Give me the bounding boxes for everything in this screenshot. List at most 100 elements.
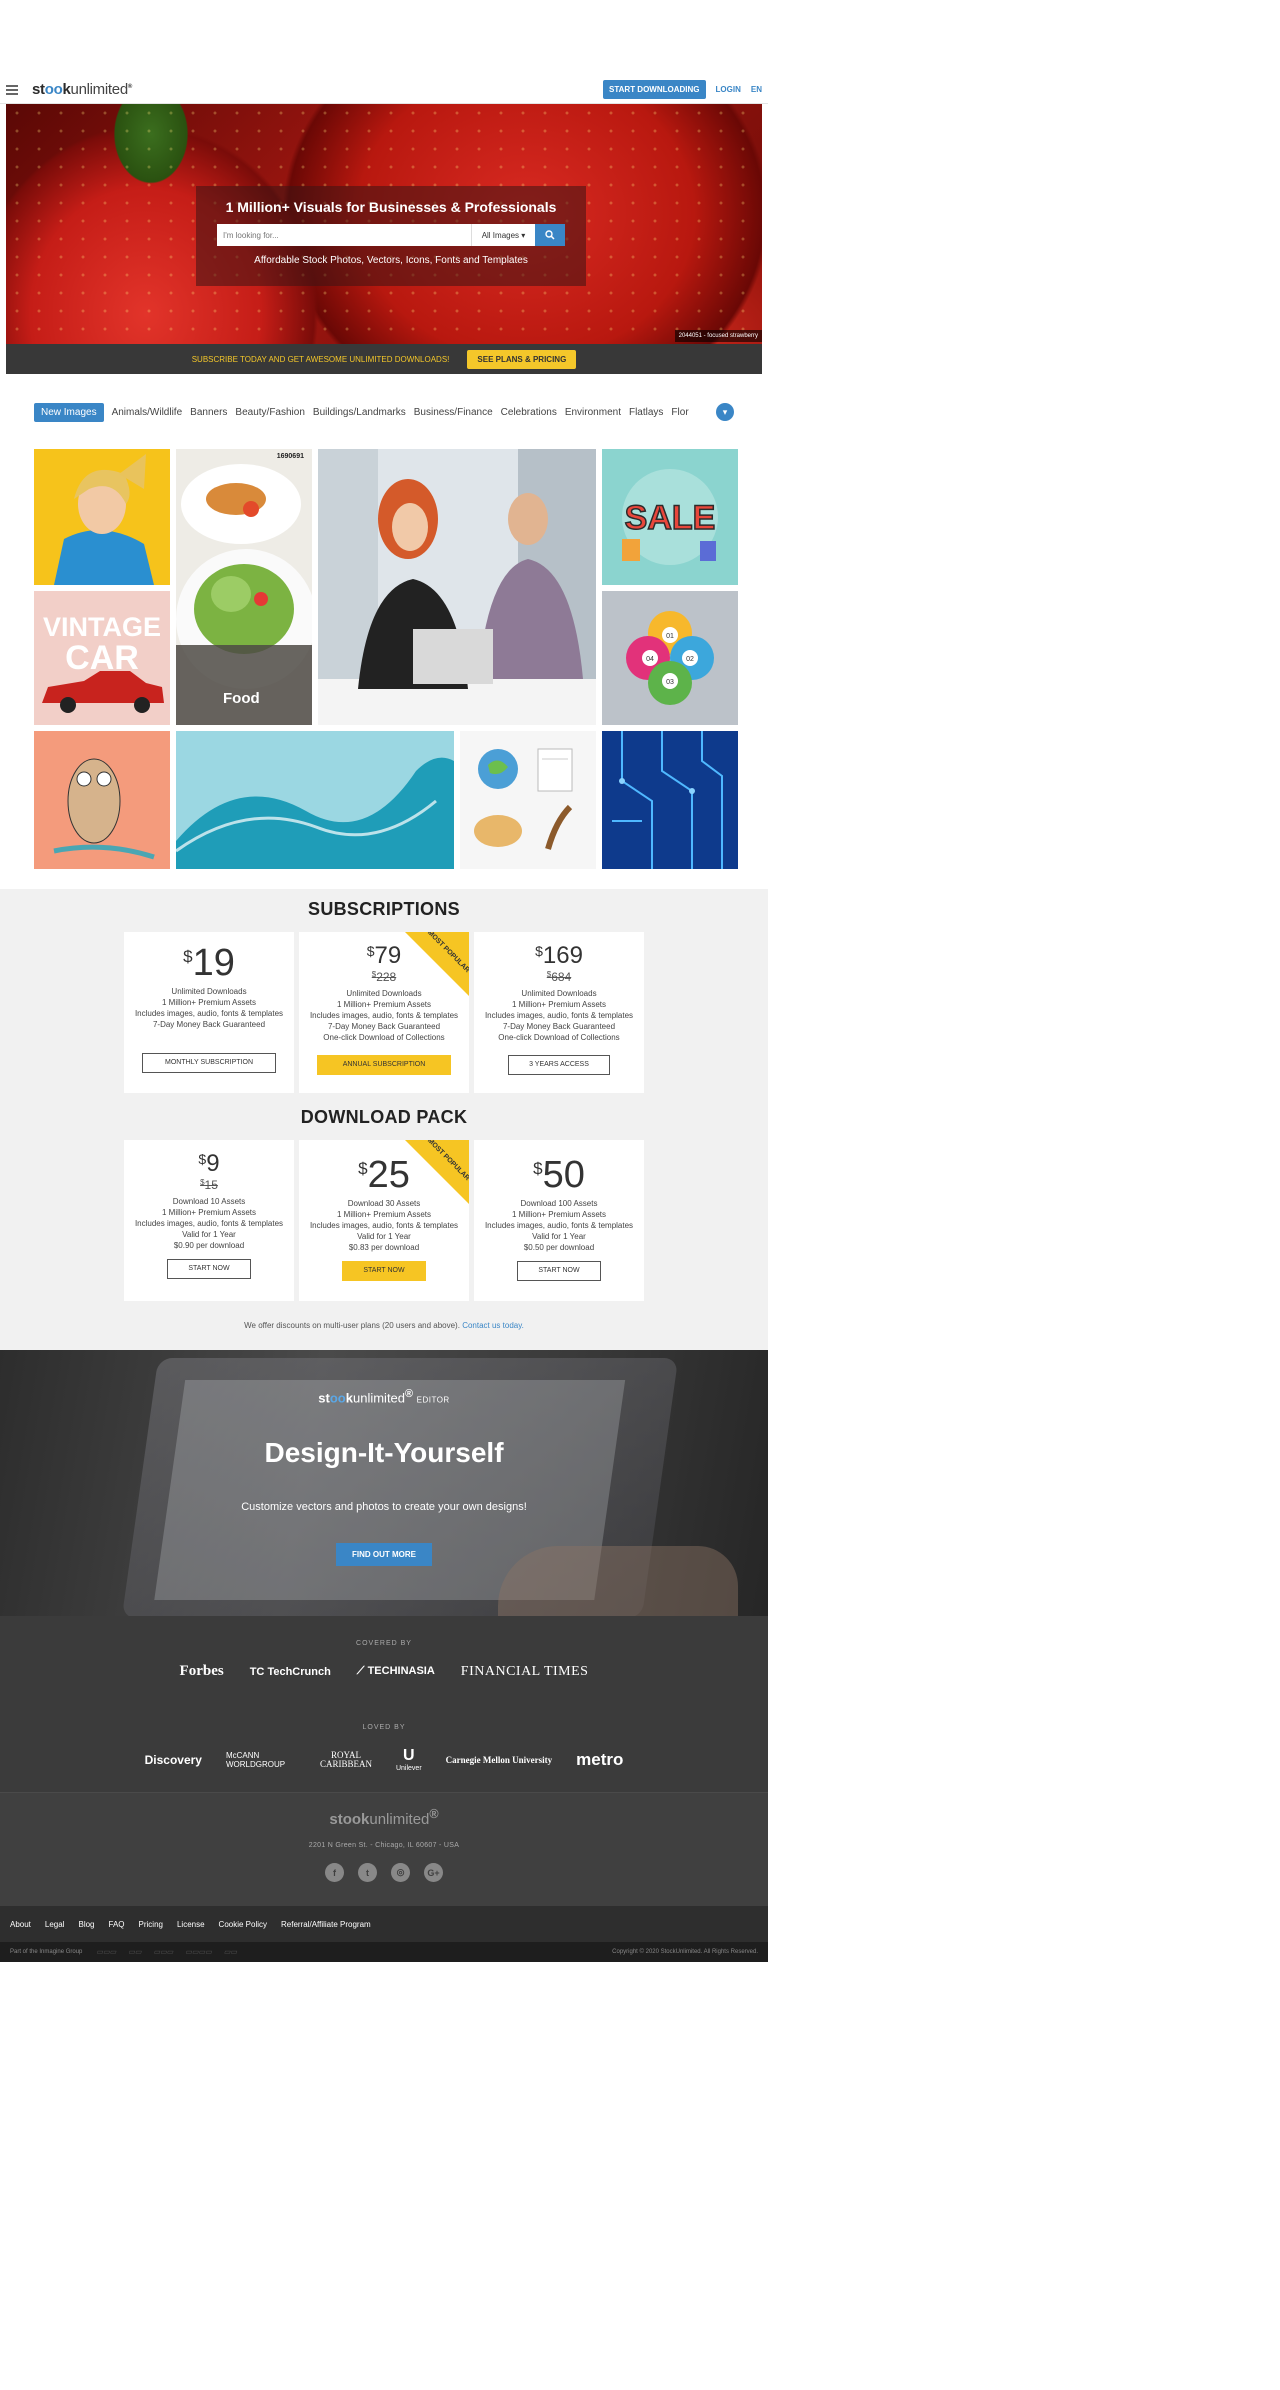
chevron-down-icon: ▾ <box>521 230 526 240</box>
loved-by-logos: Discovery McCANN WORLDGROUP ROYAL CARIBBE… <box>0 1747 768 1772</box>
editor-promo: stookunlimited® EDITOR Design-It-Yoursel… <box>0 1350 768 1616</box>
category-tab-new-images[interactable]: New Images <box>34 402 104 422</box>
image-tile-sale[interactable]: SALE <box>602 449 738 585</box>
pack-feature: 1 Million+ Premium Assets <box>336 1210 432 1219</box>
search-type-label: All Images <box>481 230 520 240</box>
facebook-icon[interactable]: f <box>325 1863 344 1882</box>
plan-feature: Unlimited Downloads <box>171 987 247 996</box>
login-link[interactable]: LOGIN <box>716 85 741 94</box>
loved-by-label: LOVED BY <box>362 1724 406 1731</box>
food-image-id: 1690691 <box>276 453 304 460</box>
see-plans-button[interactable]: SEE PLANS & PRICING <box>467 349 577 369</box>
footer-link-cookie-policy[interactable]: Cookie Policy <box>219 1920 267 1929</box>
plan-feature: One-click Download of Collections <box>498 1033 620 1042</box>
image-tile-icons[interactable] <box>460 731 596 869</box>
footer-link-license[interactable]: License <box>177 1920 205 1929</box>
annual-subscription-button[interactable]: ANNUAL SUBSCRIPTION <box>317 1055 451 1075</box>
google-plus-icon[interactable]: G+ <box>424 1863 443 1882</box>
hero-banner: 1 Million+ Visuals for Businesses & Prof… <box>6 104 762 374</box>
pack-old-price: $15 <box>200 1178 218 1192</box>
hero-title: 1 Million+ Visuals for Businesses & Prof… <box>225 199 557 215</box>
category-tab-flor[interactable]: Flor <box>671 407 688 418</box>
language-selector[interactable]: EN <box>751 85 762 94</box>
hero-search-box: 1 Million+ Visuals for Businesses & Prof… <box>196 186 586 286</box>
start-now-button[interactable]: START NOW <box>517 1261 601 1281</box>
image-gallery: 1690691 Food SALE VINTAGE CAR 01 02 03 0… <box>34 449 738 869</box>
image-tile-water-splash[interactable] <box>176 731 454 869</box>
chevron-down-icon[interactable]: ▾ <box>716 403 734 421</box>
category-tab-banners[interactable]: Banners <box>190 407 227 418</box>
search-input[interactable] <box>217 224 471 246</box>
pack-price: $50 <box>533 1154 585 1196</box>
hamburger-icon[interactable] <box>6 84 18 95</box>
footer-link-pricing[interactable]: Pricing <box>139 1920 163 1929</box>
pack-feature: Includes images, audio, fonts & template… <box>484 1221 634 1230</box>
find-out-more-button[interactable]: FIND OUT MORE <box>336 1543 432 1567</box>
plan-price: $19 <box>183 942 235 984</box>
part-of-group-text: Part of the Inmagine Group <box>10 1949 83 1955</box>
site-header: stookunlimited® START DOWNLOADING LOGIN … <box>0 76 768 104</box>
image-tile-circuit[interactable] <box>602 731 738 869</box>
pack-card-100: $50 Download 100 Assets 1 Million+ Premi… <box>474 1140 644 1301</box>
category-tab-business[interactable]: Business/Finance <box>414 407 493 418</box>
covered-by-logos: Forbes TC TechCrunch ⟋ TECHINASIA FINANC… <box>0 1663 768 1680</box>
image-tile-office[interactable] <box>318 449 596 725</box>
pricing-section: SUBSCRIPTIONS $19 Unlimited Downloads 1 … <box>0 889 768 1350</box>
twitter-icon[interactable]: t <box>358 1863 377 1882</box>
hero-image-caption[interactable]: 2044051 - focused strawberry <box>674 330 762 342</box>
category-tab-environment[interactable]: Environment <box>565 407 621 418</box>
vintage-text: VINTAGE <box>43 612 161 642</box>
image-tile-woman-yellow[interactable] <box>34 449 170 585</box>
pack-feature: Includes images, audio, fonts & template… <box>134 1219 284 1228</box>
footer-logo[interactable]: stookunlimited® <box>0 1807 768 1828</box>
footer-link-referral[interactable]: Referral/Affiliate Program <box>281 1920 371 1929</box>
footer-link-blog[interactable]: Blog <box>78 1920 94 1929</box>
group-brand-logo[interactable]: ▭▭▭▭ <box>185 1948 211 1956</box>
plan-old-price: $684 <box>546 970 572 984</box>
3-years-access-button[interactable]: 3 YEARS ACCESS <box>508 1055 610 1075</box>
category-tabs: New Images Animals/Wildlife Banners Beau… <box>34 401 734 423</box>
category-tab-celebrations[interactable]: Celebrations <box>501 407 557 418</box>
contact-us-link[interactable]: Contact us today. <box>462 1321 524 1330</box>
site-logo[interactable]: stookunlimited® <box>32 81 132 98</box>
category-tab-buildings[interactable]: Buildings/Landmarks <box>313 407 406 418</box>
image-tile-infographic[interactable]: 01 02 03 04 <box>602 591 738 725</box>
footer-link-faq[interactable]: FAQ <box>109 1920 125 1929</box>
search-icon <box>545 230 555 240</box>
image-tile-vintage-car[interactable]: VINTAGE CAR <box>34 591 170 725</box>
category-tab-animals[interactable]: Animals/Wildlife <box>112 407 183 418</box>
infographic-image: 01 02 03 04 <box>602 591 738 725</box>
search-bar: All Images ▾ <box>217 224 565 246</box>
plan-card-monthly: $19 Unlimited Downloads 1 Million+ Premi… <box>124 932 294 1093</box>
monthly-subscription-button[interactable]: MONTHLY SUBSCRIPTION <box>142 1053 276 1073</box>
image-tile-food[interactable]: 1690691 Food <box>176 449 312 725</box>
download-pack-plans: $9 $15 Download 10 Assets 1 Million+ Pre… <box>0 1140 768 1301</box>
plan-feature: Includes images, audio, fonts & template… <box>309 1011 459 1020</box>
category-tab-beauty[interactable]: Beauty/Fashion <box>235 407 305 418</box>
vintage-car-image: VINTAGE CAR <box>34 591 170 725</box>
group-brand-logo[interactable]: ▭▭ <box>128 1948 141 1956</box>
search-type-select[interactable]: All Images ▾ <box>471 224 535 246</box>
search-button[interactable] <box>535 224 565 246</box>
step-label: 01 <box>666 633 674 640</box>
sale-text: SALE <box>625 499 716 537</box>
office-couple-image <box>318 449 596 725</box>
footer-link-about[interactable]: About <box>10 1920 31 1929</box>
footer-link-legal[interactable]: Legal <box>45 1920 65 1929</box>
group-logos: ▭▭▭ ▭▭ ▭▭▭ ▭▭▭▭ ▭▭ <box>96 1948 237 1956</box>
start-now-button[interactable]: START NOW <box>167 1259 251 1279</box>
group-brand-logo[interactable]: ▭▭▭ <box>153 1948 173 1956</box>
food-image <box>176 449 312 725</box>
press-section: COVERED BY Forbes TC TechCrunch ⟋ TECHIN… <box>0 1616 768 1792</box>
plan-feature: Includes images, audio, fonts & template… <box>134 1009 284 1018</box>
subscriptions-title: SUBSCRIPTIONS <box>308 899 460 919</box>
category-tab-flatlays[interactable]: Flatlays <box>629 407 663 418</box>
instagram-icon[interactable]: ◎ <box>391 1863 410 1882</box>
start-now-button[interactable]: START NOW <box>342 1261 426 1281</box>
group-brand-logo[interactable]: ▭▭▭ <box>96 1948 116 1956</box>
editor-subtitle: Customize vectors and photos to create y… <box>241 1501 527 1514</box>
group-brand-logo[interactable]: ▭▭ <box>224 1948 237 1956</box>
start-downloading-button[interactable]: START DOWNLOADING <box>603 80 706 99</box>
image-tile-owl[interactable] <box>34 731 170 869</box>
footer-nav: About Legal Blog FAQ Pricing License Coo… <box>0 1906 768 1942</box>
